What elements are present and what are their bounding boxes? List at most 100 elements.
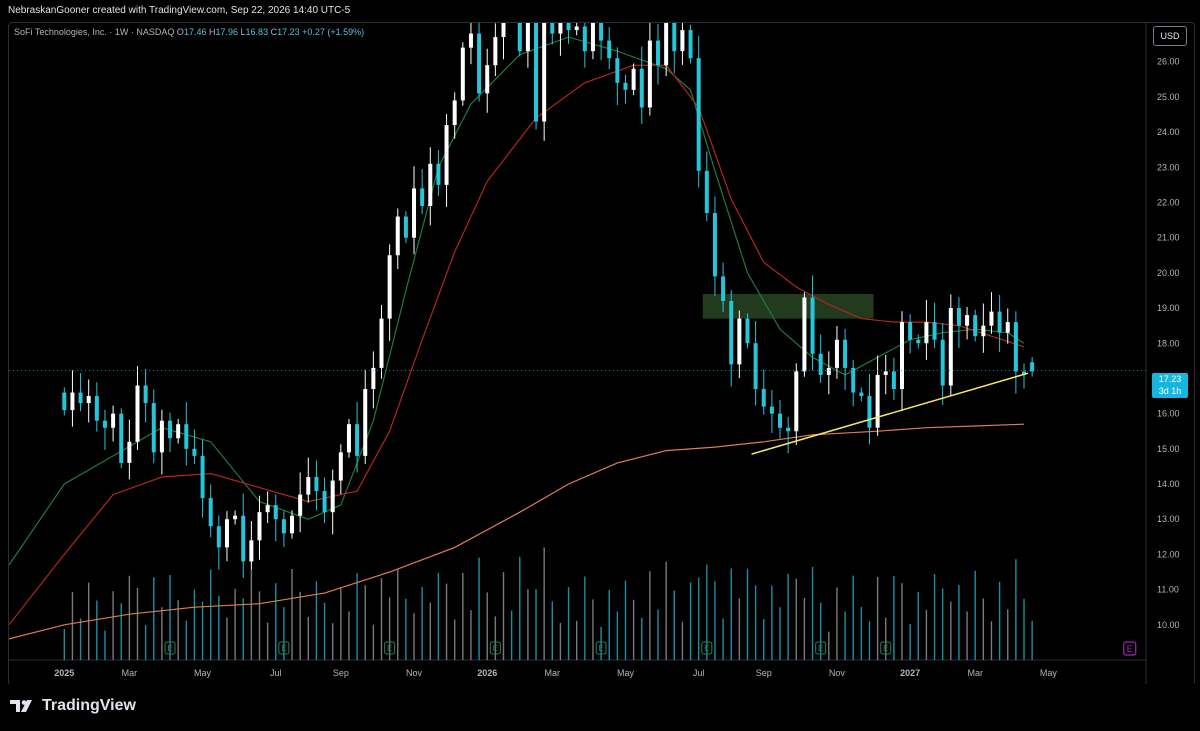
- candle-body[interactable]: [1013, 322, 1018, 372]
- candle-body[interactable]: [338, 452, 343, 481]
- candle-body[interactable]: [371, 367, 376, 390]
- candle-body[interactable]: [224, 519, 229, 548]
- candle-body[interactable]: [290, 515, 295, 534]
- candle-body[interactable]: [192, 448, 197, 456]
- candle-body[interactable]: [412, 188, 417, 238]
- candle-body[interactable]: [607, 40, 612, 59]
- candle-body[interactable]: [574, 26, 579, 31]
- candle-body[interactable]: [525, 19, 530, 52]
- candle-body[interactable]: [78, 392, 83, 404]
- trendline[interactable]: [751, 372, 1029, 455]
- candle-body[interactable]: [769, 406, 774, 414]
- candle-body[interactable]: [241, 515, 246, 562]
- candle-body[interactable]: [883, 371, 888, 375]
- candle-body[interactable]: [119, 413, 124, 463]
- candle-body[interactable]: [330, 480, 335, 513]
- candle-body[interactable]: [306, 476, 311, 495]
- candle-body[interactable]: [737, 318, 742, 365]
- candle-body[interactable]: [159, 420, 164, 453]
- candle-body[interactable]: [956, 308, 961, 326]
- candle-body[interactable]: [786, 427, 791, 432]
- candle-body[interactable]: [566, 0, 571, 31]
- brand-logo[interactable]: TradingView: [10, 697, 136, 715]
- candle-body[interactable]: [916, 339, 921, 344]
- candle-body[interactable]: [517, 0, 522, 52]
- candle-body[interactable]: [631, 68, 636, 90]
- candle-body[interactable]: [623, 82, 628, 90]
- candle-body[interactable]: [273, 505, 278, 520]
- candle-body[interactable]: [460, 47, 465, 101]
- support-zone[interactable]: [702, 293, 874, 319]
- candle-body[interactable]: [501, 0, 506, 38]
- candle-body[interactable]: [298, 494, 303, 516]
- candle-body[interactable]: [403, 216, 408, 238]
- candle-body[interactable]: [468, 33, 473, 48]
- candle-body[interactable]: [810, 297, 815, 354]
- candle-body[interactable]: [168, 420, 173, 439]
- candle-body[interactable]: [265, 505, 270, 513]
- candle-body[interactable]: [753, 343, 758, 390]
- candle-body[interactable]: [493, 37, 498, 66]
- candle-body[interactable]: [542, 5, 547, 122]
- candle-body[interactable]: [647, 40, 652, 108]
- candle-body[interactable]: [257, 512, 262, 541]
- candle-body[interactable]: [314, 476, 319, 492]
- candle-body[interactable]: [322, 491, 327, 513]
- candle-body[interactable]: [135, 385, 140, 442]
- candle-body[interactable]: [143, 385, 148, 404]
- candle-body[interactable]: [981, 325, 986, 337]
- candle-body[interactable]: [745, 318, 750, 344]
- candle-body[interactable]: [802, 297, 807, 372]
- candle-body[interactable]: [151, 403, 156, 453]
- candle-body[interactable]: [712, 213, 717, 277]
- candle-body[interactable]: [444, 125, 449, 185]
- candle-body[interactable]: [127, 441, 132, 463]
- candle-body[interactable]: [436, 163, 441, 185]
- candle-body[interactable]: [102, 420, 107, 428]
- candle-body[interactable]: [249, 540, 254, 562]
- candle-body[interactable]: [900, 322, 905, 390]
- candle-body[interactable]: [680, 30, 685, 52]
- candle-body[interactable]: [818, 353, 823, 375]
- candle-body[interactable]: [558, 0, 563, 34]
- candle-body[interactable]: [997, 311, 1002, 333]
- candle-body[interactable]: [826, 367, 831, 375]
- candle-body[interactable]: [778, 413, 783, 428]
- candle-body[interactable]: [346, 424, 351, 453]
- candle-body[interactable]: [176, 424, 181, 439]
- candle-body[interactable]: [851, 367, 856, 393]
- candle-body[interactable]: [940, 339, 945, 386]
- candle-body[interactable]: [932, 322, 937, 340]
- candle-body[interactable]: [696, 58, 701, 171]
- candle-body[interactable]: [615, 58, 620, 83]
- candle-body[interactable]: [908, 322, 913, 340]
- candle-body[interactable]: [859, 392, 864, 397]
- candle-body[interactable]: [200, 455, 205, 499]
- candle-body[interactable]: [477, 33, 482, 94]
- candle-body[interactable]: [704, 170, 709, 214]
- candle-body[interactable]: [867, 396, 872, 428]
- candle-body[interactable]: [973, 315, 978, 337]
- candle-body[interactable]: [62, 392, 67, 411]
- candle-body[interactable]: [924, 322, 929, 344]
- candle-body[interactable]: [891, 371, 896, 390]
- candle-body[interactable]: [452, 100, 457, 126]
- candle-body[interactable]: [965, 315, 970, 326]
- candle-body[interactable]: [86, 396, 91, 404]
- candle-body[interactable]: [599, 23, 604, 41]
- candle-body[interactable]: [355, 424, 360, 456]
- candle-body[interactable]: [70, 392, 75, 411]
- candle-body[interactable]: [664, 9, 669, 66]
- price-chart[interactable]: 10.0011.0012.0013.0014.0015.0016.0017.00…: [0, 0, 1200, 731]
- candle-body[interactable]: [216, 526, 221, 548]
- candle-body[interactable]: [590, 23, 595, 52]
- candle-body[interactable]: [989, 311, 994, 326]
- candle-body[interactable]: [363, 389, 368, 456]
- candle-body[interactable]: [184, 424, 189, 449]
- candle-body[interactable]: [550, 5, 555, 34]
- candle-body[interactable]: [485, 65, 490, 94]
- candle-body[interactable]: [834, 339, 839, 368]
- candle-body[interactable]: [721, 276, 726, 302]
- candle-body[interactable]: [639, 68, 644, 108]
- candle-body[interactable]: [395, 216, 400, 256]
